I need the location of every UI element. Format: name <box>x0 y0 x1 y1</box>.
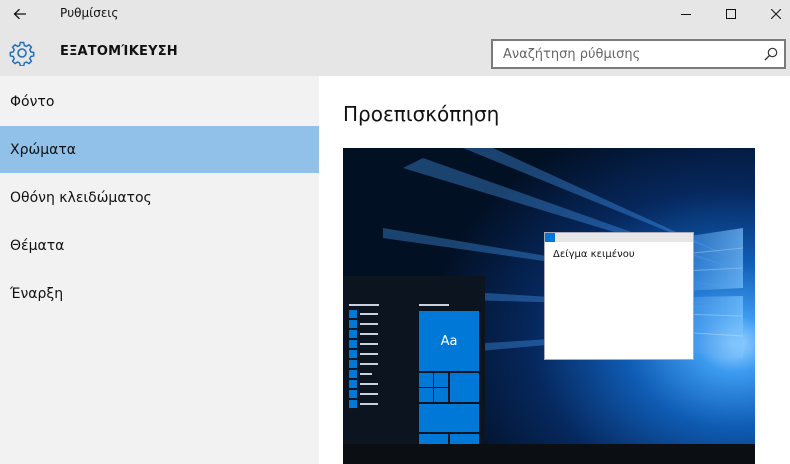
small-tile <box>419 388 433 402</box>
tiles-divider <box>419 304 449 306</box>
window-title: Ρυθμίσεις <box>60 6 119 20</box>
start-menu-row <box>349 310 379 318</box>
list-divider <box>349 304 379 306</box>
start-menu-row <box>349 380 379 388</box>
start-menu-row <box>349 400 379 408</box>
maximize-icon <box>725 8 736 19</box>
sample-text: Δείγμα κειμένου <box>553 249 635 260</box>
arrow-left-icon <box>13 8 26 19</box>
gear-icon <box>9 41 35 66</box>
sample-window-preview: Δείγμα κειμένου <box>544 232 694 360</box>
sidebar-item-start[interactable]: Έναρξη <box>0 270 319 317</box>
app-label-line <box>360 343 378 345</box>
search-input[interactable] <box>493 41 753 67</box>
start-menu-row <box>349 390 379 398</box>
sidebar: Φόντο Χρώματα Οθόνη κλειδώματος Θέματα Έ… <box>0 76 319 464</box>
start-menu-row <box>349 340 379 348</box>
maximize-button[interactable] <box>708 0 753 27</box>
section-title: Προεπισκόπηση <box>343 102 500 126</box>
app-icon <box>349 390 357 398</box>
app-icon <box>349 340 357 348</box>
page-title: ΕΞΑΤΟΜΊΚΕΥΣΗ <box>60 44 178 59</box>
minimize-button[interactable] <box>663 0 708 27</box>
search-icon[interactable] <box>764 47 778 61</box>
app-label-line <box>360 363 378 365</box>
minimize-icon <box>680 13 691 15</box>
settings-header: ΕΞΑΤΟΜΊΚΕΥΣΗ <box>0 27 790 76</box>
large-tile: Aa <box>419 311 479 371</box>
small-tile <box>419 434 448 444</box>
close-icon <box>770 8 781 19</box>
small-tile <box>419 373 433 387</box>
app-label-line <box>360 333 378 335</box>
start-menu-row <box>349 370 379 378</box>
app-icon <box>349 310 357 318</box>
sidebar-item-label: Οθόνη κλειδώματος <box>10 189 152 206</box>
app-icon <box>349 330 357 338</box>
app-label-line <box>360 323 378 325</box>
theme-preview: Aa Δείγμα κειμένου <box>343 148 755 464</box>
app-icon <box>349 380 357 388</box>
app-label-line <box>360 373 372 375</box>
start-menu-list <box>349 304 379 454</box>
app-label-line <box>360 393 378 395</box>
search-box[interactable] <box>491 39 786 69</box>
close-button[interactable] <box>753 0 790 27</box>
small-tile <box>450 434 479 444</box>
app-icon <box>349 360 357 368</box>
start-menu-row <box>349 330 379 338</box>
medium-tile <box>450 373 479 402</box>
sidebar-item-colors[interactable]: Χρώματα <box>0 126 319 173</box>
small-tile <box>434 388 448 402</box>
sidebar-item-label: Χρώματα <box>10 141 76 158</box>
wide-tile <box>419 404 479 432</box>
app-icon <box>349 400 357 408</box>
small-tile <box>434 373 448 387</box>
start-tiles: Aa <box>419 304 479 444</box>
app-label-line <box>360 403 378 405</box>
sidebar-item-label: Έναρξη <box>10 285 64 302</box>
title-bar: Ρυθμίσεις <box>0 0 790 27</box>
app-icon <box>349 320 357 328</box>
sidebar-item-label: Φόντο <box>10 93 55 110</box>
sidebar-item-themes[interactable]: Θέματα <box>0 222 319 269</box>
accent-swatch <box>545 233 555 242</box>
sidebar-item-background[interactable]: Φόντο <box>0 78 319 125</box>
tile-label: Aa <box>440 333 458 349</box>
back-button[interactable] <box>0 0 40 27</box>
start-menu-row <box>349 360 379 368</box>
app-icon <box>349 370 357 378</box>
start-menu-row <box>349 350 379 358</box>
start-menu-row <box>349 320 379 328</box>
start-menu-preview: Aa <box>343 276 485 444</box>
app-icon <box>349 350 357 358</box>
app-label-line <box>360 383 378 385</box>
sample-window-titlebar <box>545 233 693 242</box>
app-label-line <box>360 353 378 355</box>
sidebar-item-lock-screen[interactable]: Οθόνη κλειδώματος <box>0 174 319 221</box>
app-label-line <box>360 313 378 315</box>
sidebar-item-label: Θέματα <box>10 237 65 254</box>
